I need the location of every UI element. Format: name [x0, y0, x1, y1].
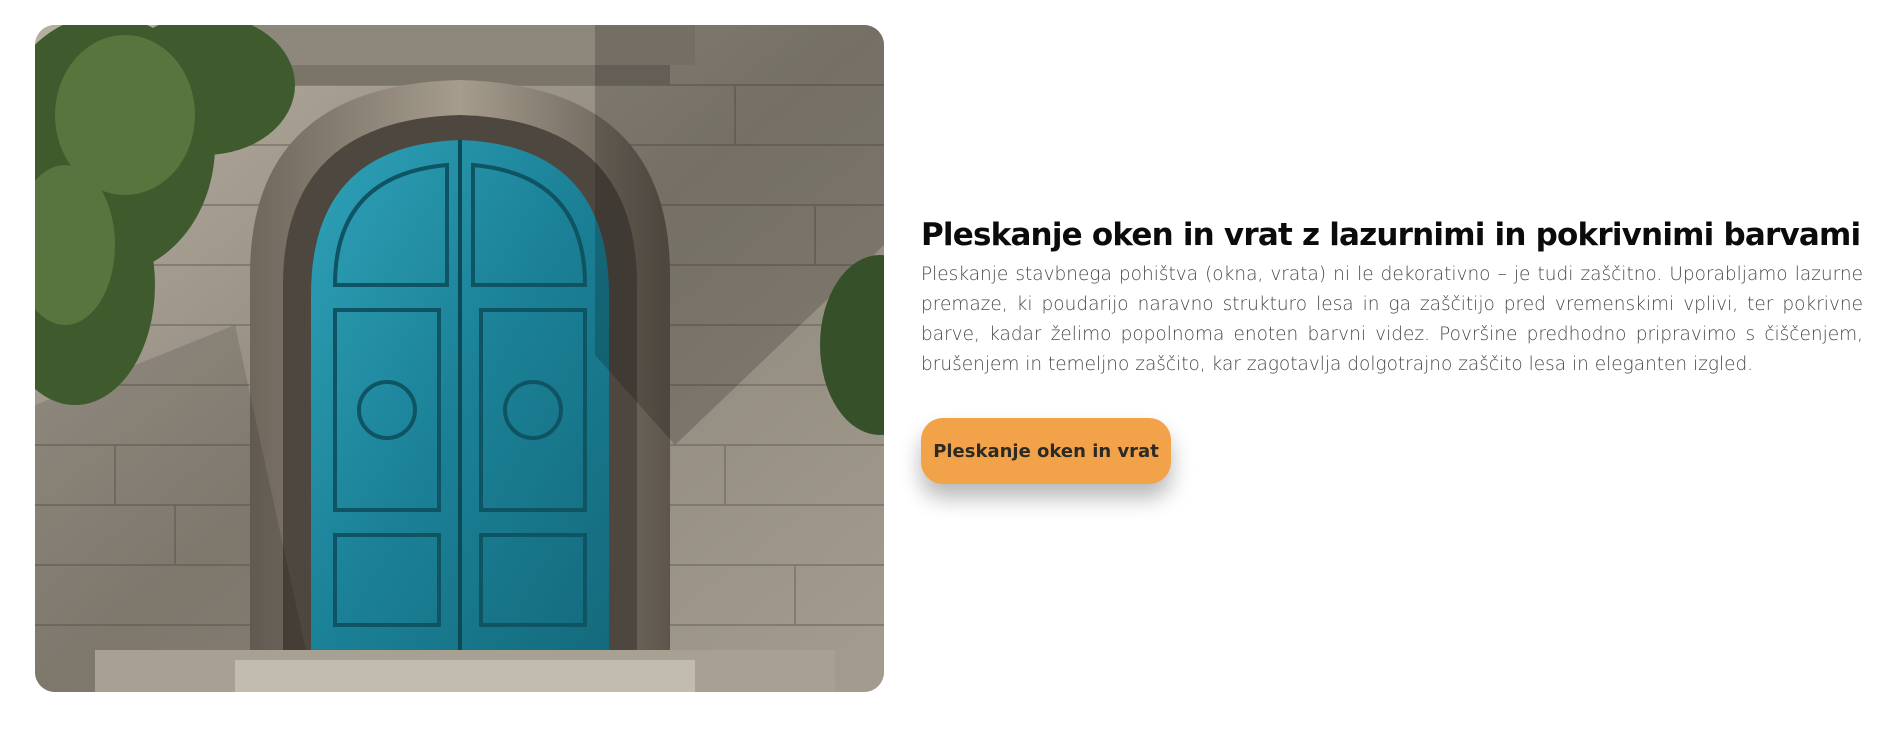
section-title: Pleskanje oken in vrat z lazurnimi in po… [921, 217, 1861, 253]
section-description: Pleskanje stavbnega pohištva (okna, vrat… [921, 264, 1863, 375]
door-illustration [35, 25, 884, 692]
content-block: Pleskanje oken in vrat z lazurnimi in po… [921, 214, 1863, 484]
door-photo [35, 25, 884, 692]
pleskanje-button[interactable]: Pleskanje oken in vrat [921, 418, 1171, 484]
